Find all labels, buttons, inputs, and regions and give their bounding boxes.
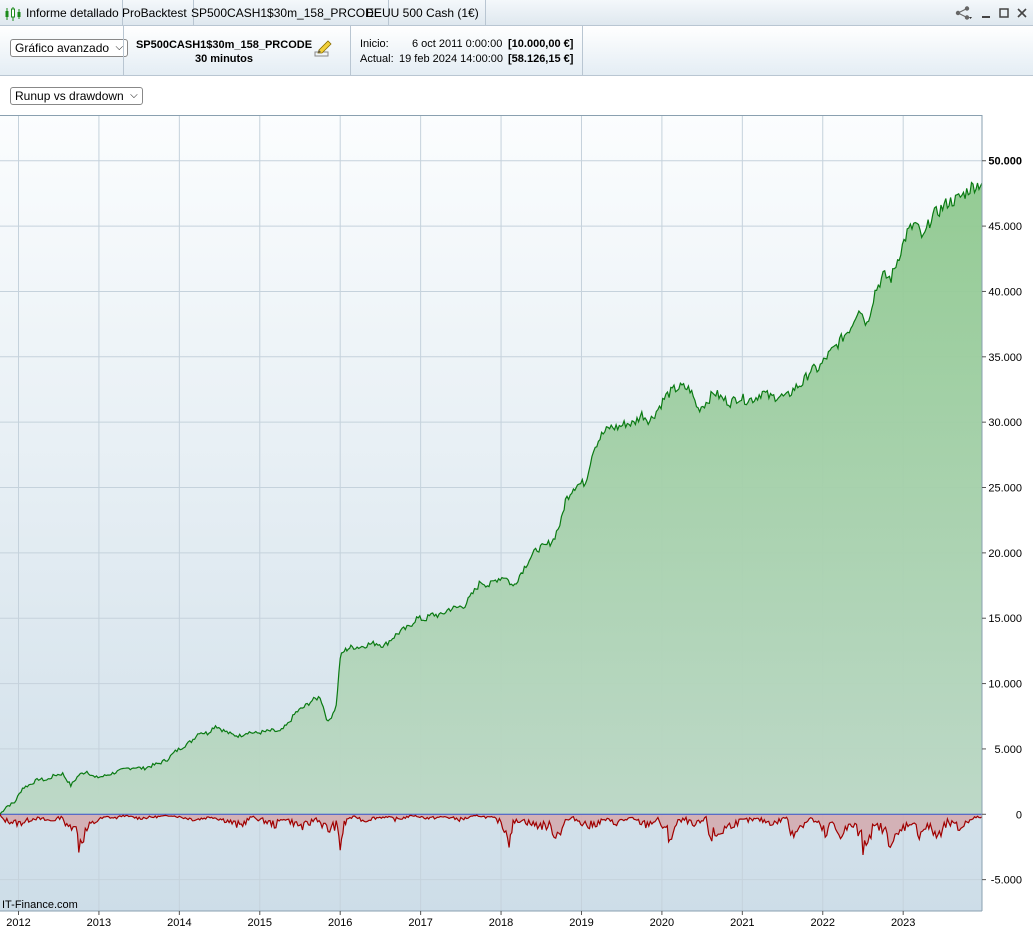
divider [350,26,351,76]
chart-type-value: Runup vs drawdown [15,89,124,103]
x-tick-label: 2023 [891,917,915,929]
tab-label: SP500CASH1$30m_158_PRCODE [191,6,382,20]
x-axis-ticks: 2012 2013 2014 2015 2016 2017 2018 2019 2020 2021… [6,911,915,929]
y-tick-label: 40.000 [988,286,1022,298]
y-tick-label: 25.000 [988,483,1022,495]
close-icon[interactable] [1015,6,1029,20]
tab-label: Informe detallado [26,6,119,20]
x-tick-label: 2020 [650,917,674,929]
y-tick-label: 0 [1016,809,1022,821]
y-tick-label: 50.000 [988,156,1022,168]
minimize-icon[interactable] [979,6,993,20]
y-tick-label: -5.000 [991,875,1022,887]
instrument-name: SP500CASH1$30m_158_PRCODE [135,39,313,51]
tab-strategy[interactable]: SP500CASH1$30m_158_PRCODE [185,0,389,26]
share-icon[interactable] [953,6,975,20]
y-tick-label: 35.000 [988,352,1022,364]
start-value: [10.000,00 €] [508,38,574,50]
x-tick-label: 2016 [328,917,352,929]
x-tick-label: 2015 [248,917,272,929]
report-header: Gráfico avanzado ⌵ SP500CASH1$30m_158_PR… [0,26,1033,76]
y-tick-label: 20.000 [988,548,1022,560]
y-axis-ticks: 50.000 45.000 40.000 35.000 30.000 25.000 20.0… [982,156,1022,887]
x-tick-label: 2014 [167,917,191,929]
current-label: Actual: [360,53,394,65]
start-label: Inicio: [360,38,389,50]
current-value: [58.126,15 €] [508,53,574,65]
tab-probacktest[interactable]: ProBacktest [116,0,194,26]
y-tick-label: 15.000 [988,613,1022,625]
divider [582,26,583,76]
view-select-value: Gráfico avanzado [15,41,110,55]
x-tick-label: 2019 [569,917,593,929]
chevron-down-icon: ⌵ [130,90,138,101]
x-tick-label: 2022 [811,917,835,929]
chart-type-select[interactable]: Runup vs drawdown ⌵ [10,87,143,105]
tab-label: EEUU 500 Cash (1€) [366,6,479,20]
tab-informe-detallado[interactable]: Informe detallado [0,0,123,26]
divider [123,26,124,76]
runup-drawdown-chart: 50.000 45.000 40.000 35.000 30.000 25.000 20.0… [0,115,1033,929]
timeframe: 30 minutos [194,53,254,65]
y-tick-label: 10.000 [988,679,1022,691]
edit-pencil-icon[interactable] [314,40,332,58]
view-select[interactable]: Gráfico avanzado ⌵ [10,39,129,57]
chevron-down-icon: ⌵ [115,42,124,53]
x-tick-label: 2018 [489,917,513,929]
y-tick-label: 30.000 [988,417,1022,429]
tab-instrument[interactable]: EEUU 500 Cash (1€) [360,0,486,26]
title-bar: Informe detallado ProBacktest SP500CASH1… [0,0,1033,26]
candlestick-icon [5,6,21,21]
window-controls [953,3,1029,23]
start-date: 6 oct 2011 0:00:00 [412,38,503,50]
tab-label: ProBacktest [122,6,187,20]
current-date: 19 feb 2024 14:00:00 [399,53,503,65]
instrument-info: SP500CASH1$30m_158_PRCODE 30 minutos [128,38,320,66]
x-tick-label: 2021 [730,917,754,929]
y-tick-label: 45.000 [988,221,1022,233]
x-tick-label: 2017 [408,917,432,929]
maximize-icon[interactable] [997,6,1011,20]
x-tick-label: 2013 [87,917,111,929]
x-tick-label: 2012 [6,917,30,929]
chart-svg: 50.000 45.000 40.000 35.000 30.000 25.000 20.0… [0,115,1022,929]
watermark: IT-Finance.com [2,899,78,911]
y-tick-label: 5.000 [994,744,1022,756]
